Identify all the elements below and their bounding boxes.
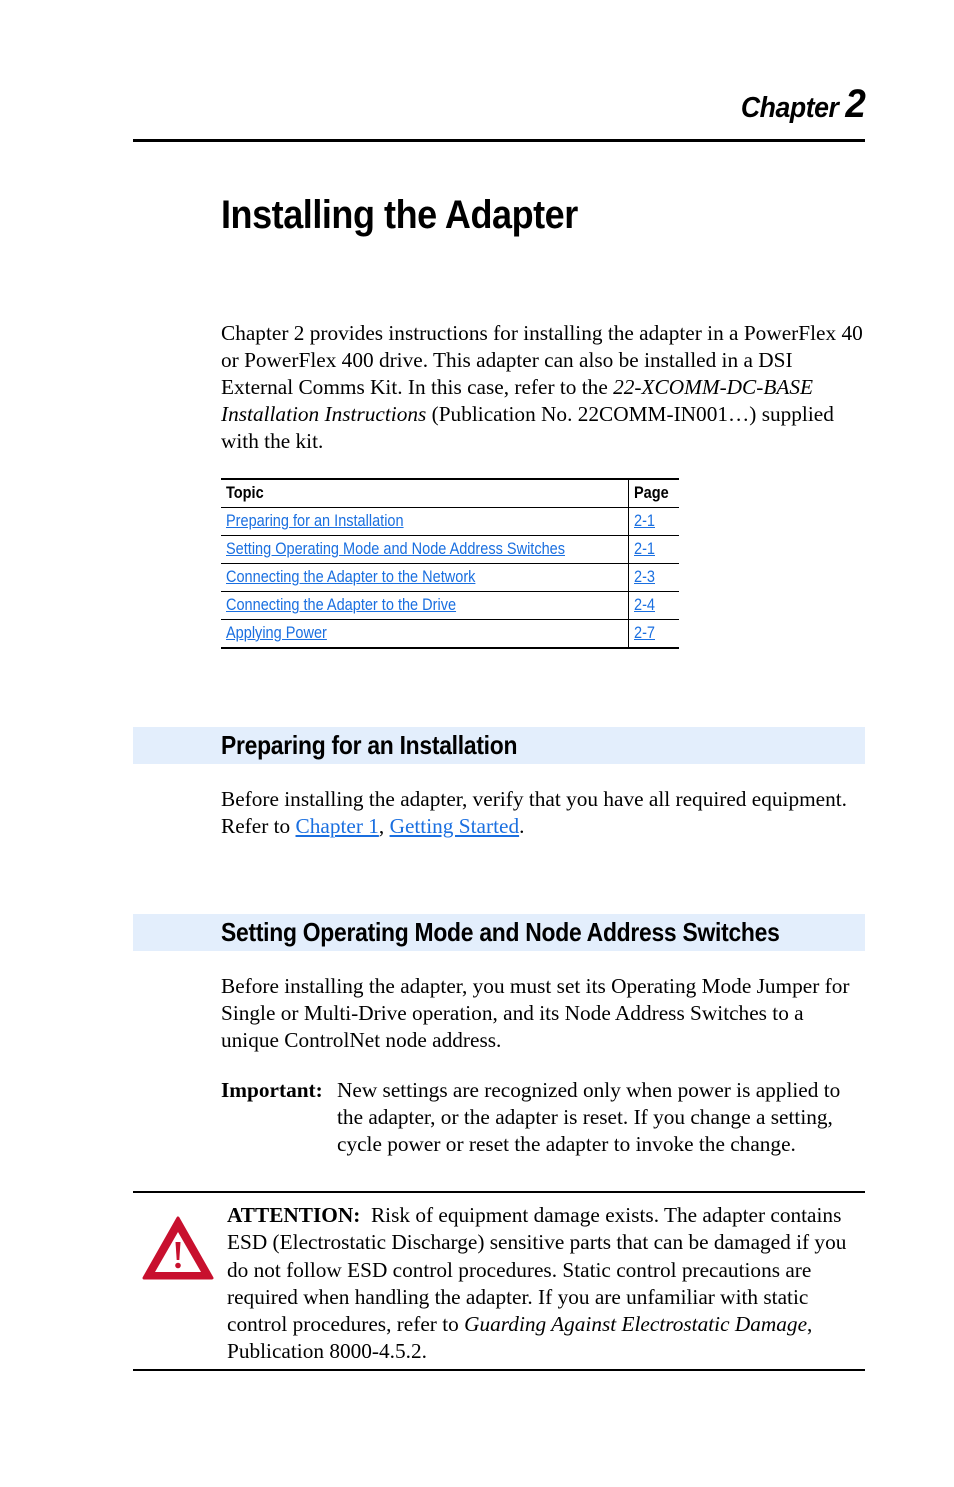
page-title: Installing the Adapter [221,193,578,237]
table-row: Setting Operating Mode and Node Address … [221,535,679,564]
separator: , [378,814,390,838]
intro-paragraph: Chapter 2 provides instructions for inst… [221,320,866,455]
topic-cell: Preparing for an Installation [221,507,629,536]
page-cell: 2-1 [628,507,679,536]
page-cell: 2-3 [628,563,679,592]
section-heading-preparing: Preparing for an Installation [221,730,518,760]
chapter-number: 2 [844,82,865,126]
header-page-label: Page [634,484,669,502]
table-row: Connecting the Adapter to the Network 2-… [221,563,679,592]
attention-top-rule [133,1191,865,1193]
topic-cell: Connecting the Adapter to the Network [221,563,629,592]
page-cell: 2-1 [628,535,679,564]
topic-link[interactable]: Connecting the Adapter to the Drive [226,596,456,615]
chapter-1-link[interactable]: Chapter 1 [296,814,379,838]
section-heading-band: Setting Operating Mode and Node Address … [133,914,865,951]
important-note: Important: New settings are recognized o… [221,1077,866,1158]
attention-publication-ref: Guarding Against Electrostatic Damage [464,1312,808,1337]
table-row: Preparing for an Installation 2-1 [221,507,679,536]
attention-label: ATTENTION: [227,1203,361,1227]
topic-link[interactable]: Connecting the Adapter to the Network [226,568,475,587]
chapter-word: Chapter [740,92,839,124]
table-header-row: Topic Page [221,478,679,508]
header-topic: Topic [221,478,629,508]
attention-text: ATTENTION: Risk of equipment damage exis… [227,1202,867,1366]
topic-cell: Applying Power [221,619,629,649]
warning-triangle-icon [140,1214,216,1282]
topic-cell: Setting Operating Mode and Node Address … [221,535,629,564]
page-link[interactable]: 2-3 [634,568,655,587]
header-topic-label: Topic [226,484,264,502]
page-link[interactable]: 2-1 [634,540,655,559]
topic-link[interactable]: Applying Power [226,624,327,643]
page-cell: 2-4 [628,591,679,620]
table-row: Connecting the Adapter to the Drive 2-4 [221,591,679,620]
page-link[interactable]: 2-1 [634,512,655,531]
topic-link[interactable]: Preparing for an Installation [226,512,404,531]
header-page: Page [628,478,679,508]
important-label: Important: [221,1078,323,1102]
attention-bottom-rule [133,1369,865,1371]
topic-cell: Connecting the Adapter to the Drive [221,591,629,620]
topic-link[interactable]: Setting Operating Mode and Node Address … [226,540,565,559]
topics-table: Topic Page Preparing for an Installation… [221,478,679,649]
switches-paragraph: Before installing the adapter, you must … [221,974,850,1052]
page-link[interactable]: 2-4 [634,596,655,615]
page-cell: 2-7 [628,619,679,649]
section-heading-switches: Setting Operating Mode and Node Address … [221,917,780,947]
important-text: New settings are recognized only when po… [337,1078,841,1156]
header-rule [133,139,865,142]
preparing-paragraph: Before installing the adapter, verify th… [221,786,866,840]
period: . [519,814,525,838]
table-row: Applying Power 2-7 [221,619,679,649]
section-heading-band: Preparing for an Installation [133,727,865,764]
getting-started-link[interactable]: Getting Started [390,814,520,838]
page-link[interactable]: 2-7 [634,624,655,643]
chapter-label: Chapter 2 [740,82,865,127]
